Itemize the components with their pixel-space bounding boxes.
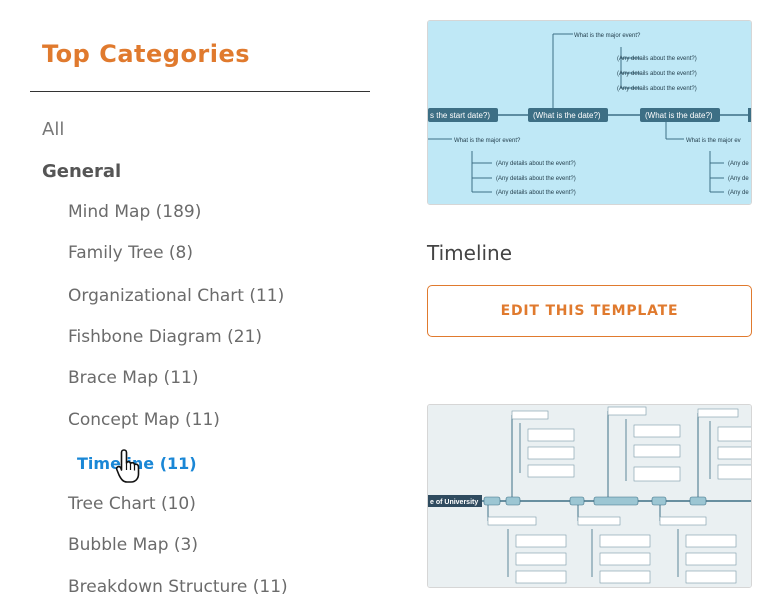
bottom-event-right: What is the major ev [686, 138, 741, 144]
right-detail-1: (Any de [728, 161, 749, 167]
category-item-fishbone-diagram[interactable]: Fishbone Diagram (21) [68, 327, 262, 347]
top-detail-3: (Any details about the event?) [617, 86, 697, 92]
date-node-start: s the start date?) [430, 111, 490, 120]
root-node-label: e of University [430, 499, 478, 506]
date-node-2: (What is the date?) [533, 111, 601, 120]
template-thumbnail-university[interactable]: e of University [427, 404, 752, 588]
university-thumbnail-graphic: e of University [428, 405, 751, 587]
sidebar-title: Top Categories [42, 40, 251, 68]
top-event-label: What is the major event? [574, 33, 641, 39]
category-item-breakdown-structure[interactable]: Breakdown Structure (11) [68, 577, 288, 597]
category-item-bubble-map[interactable]: Bubble Map (3) [68, 535, 198, 555]
timeline-thumbnail-graphic: What is the major event? (Any details ab… [428, 21, 751, 204]
category-item-family-tree[interactable]: Family Tree (8) [68, 243, 193, 263]
bottom-detail-2: (Any details about the event?) [496, 176, 576, 182]
category-group-general[interactable]: General [42, 161, 121, 182]
right-detail-2: (Any de [728, 176, 749, 182]
category-item-concept-map[interactable]: Concept Map (11) [68, 410, 220, 430]
right-detail-3: (Any de [728, 190, 749, 196]
hand-pointer-cursor-icon [115, 449, 140, 483]
category-item-brace-map[interactable]: Brace Map (11) [68, 368, 198, 388]
sidebar-divider [30, 91, 370, 92]
category-item-organizational-chart[interactable]: Organizational Chart (11) [68, 286, 284, 306]
category-item-mind-map[interactable]: Mind Map (189) [68, 202, 201, 222]
category-sidebar: Top Categories All General Mind Map (189… [0, 0, 380, 604]
date-node-3: (What is the date?) [645, 111, 713, 120]
bottom-detail-1: (Any details about the event?) [496, 161, 576, 167]
template-thumbnail-timeline[interactable]: What is the major event? (Any details ab… [427, 20, 752, 205]
category-all[interactable]: All [42, 119, 64, 140]
top-detail-1: (Any details about the event?) [617, 56, 697, 62]
page: Top Categories All General Mind Map (189… [0, 0, 768, 604]
edit-template-button[interactable]: EDIT THIS TEMPLATE [427, 285, 752, 337]
bottom-event-left: What is the major event? [454, 138, 521, 144]
template-name: Timeline [427, 241, 513, 265]
top-detail-2: (Any details about the event?) [617, 71, 697, 77]
category-item-tree-chart[interactable]: Tree Chart (10) [68, 494, 196, 514]
bottom-detail-3: (Any details about the event?) [496, 190, 576, 196]
